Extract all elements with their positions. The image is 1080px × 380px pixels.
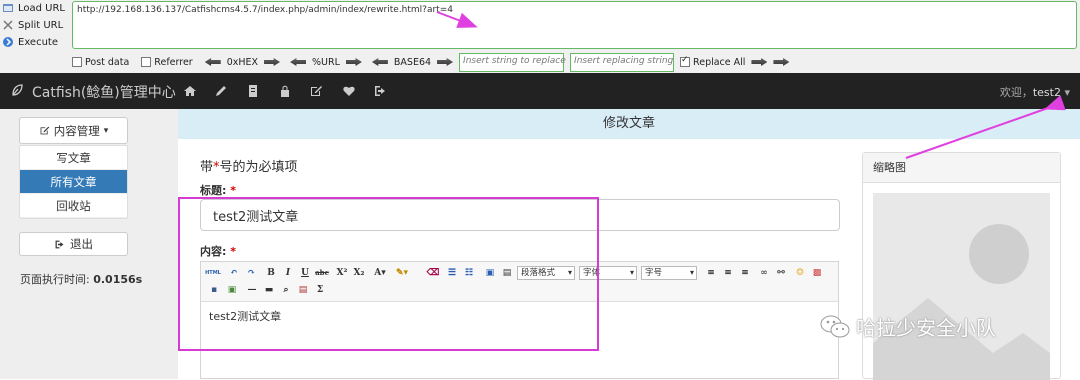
brand-title[interactable]: Catfish(鲶鱼)管理中心: [32, 82, 176, 102]
home-icon[interactable]: [183, 84, 197, 98]
post-data-checkbox[interactable]: Post data: [72, 57, 129, 68]
content-menu: 写文章 所有文章 回收站: [19, 145, 128, 219]
menu-item-all-articles[interactable]: 所有文章: [20, 170, 127, 194]
execute-button[interactable]: Execute: [2, 36, 58, 48]
referrer-checkbox[interactable]: Referrer: [141, 57, 193, 68]
page-title: 修改文章: [178, 109, 1080, 139]
required-note: 带*号的为必填项: [200, 160, 298, 175]
caret-down-icon: ▾: [103, 125, 109, 136]
sidebar: 内容管理 ▾ 写文章 所有文章 回收站 退出 页面执行时间: 0.0156s: [0, 109, 178, 379]
emoji-icon[interactable]: ☺: [793, 266, 807, 280]
align-right-icon[interactable]: ≡: [738, 266, 752, 280]
logout-button[interactable]: 退出: [19, 232, 128, 256]
replace-string-input[interactable]: Insert string to replace: [459, 52, 566, 72]
menu-item-write-article[interactable]: 写文章: [20, 146, 127, 170]
heart-icon[interactable]: [342, 84, 356, 98]
sign-out-icon[interactable]: [373, 84, 387, 98]
base64-label: BASE64: [393, 56, 432, 68]
document-icon[interactable]: [246, 84, 260, 98]
hackbar-options: Post data Referrer 0xHEX %URL BASE64 Ins…: [72, 52, 790, 72]
top-navbar: Catfish(鲶鱼)管理中心 欢迎，test2 ▾: [0, 73, 1080, 109]
base64-encode-arrow-icon[interactable]: [437, 58, 454, 66]
pencil-icon[interactable]: [214, 84, 228, 98]
image-placeholder-icon: [873, 193, 1050, 380]
hex-encode-arrow-icon[interactable]: [264, 58, 281, 66]
replace-all-checkbox[interactable]: Replace All: [680, 55, 745, 68]
align-left-icon[interactable]: ≡: [704, 266, 718, 280]
url-encode-arrow-icon[interactable]: [345, 58, 362, 66]
lock-icon[interactable]: [278, 84, 292, 98]
thumbnail-placeholder-image[interactable]: [873, 193, 1050, 380]
execution-time: 页面执行时间: 0.0156s: [20, 273, 143, 286]
replacing-string-input[interactable]: Insert replacing string: [570, 52, 675, 72]
wechat-icon: [820, 315, 850, 337]
execute-icon: [3, 37, 13, 47]
edit-square-icon[interactable]: [309, 84, 323, 98]
url-enc-label: %URL: [312, 56, 340, 68]
caret-down-icon: ▾: [1064, 86, 1070, 99]
title-label: 标题: *: [200, 184, 237, 197]
hex-decode-arrow-icon[interactable]: [204, 58, 221, 66]
thumbnail-panel: 缩略图: [862, 152, 1061, 380]
replace-back-arrow-icon[interactable]: [773, 58, 790, 66]
watermark: 哈拉少安全小队: [820, 312, 996, 341]
link-icon[interactable]: ∞: [757, 266, 771, 280]
execute-label: Execute: [18, 36, 58, 48]
leaf-icon: [12, 84, 23, 96]
url-input[interactable]: http://192.168.136.137/Catfishcms4.5.7/i…: [72, 1, 1077, 49]
unlink-icon[interactable]: ⚯: [774, 266, 788, 280]
thumbnail-title: 缩略图: [863, 153, 1060, 183]
font-size-select[interactable]: 字号: [641, 266, 697, 280]
highlight-box: [178, 197, 599, 351]
load-url-label: Load URL: [18, 2, 66, 14]
url-decode-arrow-icon[interactable]: [290, 58, 307, 66]
username: test2: [1032, 86, 1061, 99]
hex-label: 0xHEX: [226, 56, 259, 68]
content-management-dropdown[interactable]: 内容管理 ▾: [19, 117, 128, 144]
replace-arrow-icon[interactable]: [751, 58, 768, 66]
menu-item-recycle-bin[interactable]: 回收站: [20, 194, 127, 218]
load-url-icon: [3, 4, 13, 12]
hackbar: Load URL Split URL Execute http://192.16…: [0, 0, 1080, 73]
base64-decode-arrow-icon[interactable]: [371, 58, 388, 66]
sign-out-icon: [55, 240, 64, 248]
split-url-button[interactable]: Split URL: [2, 19, 63, 31]
welcome-user-menu[interactable]: 欢迎，test2 ▾: [1000, 84, 1070, 100]
align-center-icon[interactable]: ≡: [721, 266, 735, 280]
split-url-label: Split URL: [18, 19, 64, 31]
edit-square-icon: [40, 126, 49, 135]
split-url-icon: [3, 20, 13, 30]
load-url-button[interactable]: Load URL: [2, 2, 65, 14]
image-icon[interactable]: ▩: [810, 266, 824, 280]
